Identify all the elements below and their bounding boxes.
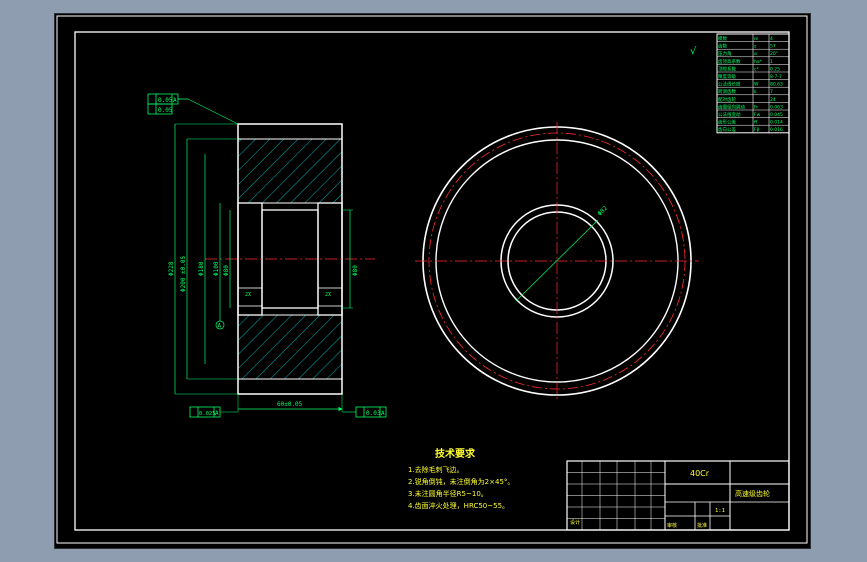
param-cell: 80.63 (770, 82, 783, 88)
param-cell: α (754, 52, 757, 57)
svg-text:A: A (215, 410, 219, 417)
dim-hub-dia: Φ100 (213, 261, 220, 276)
tolerance-frame-3: 0.025 A (189, 406, 221, 418)
param-cell: 配对齿轮 (718, 96, 736, 103)
tech-item-4: 4.齿面淬火处理，HRC50~55。 (408, 501, 509, 510)
param-cell: 0.063 (770, 104, 783, 110)
svg-text:A: A (173, 97, 177, 104)
tech-requirements: 技术要求 1.去除毛刺飞边。 2.锐角倒钝，未注倒角为2×45°。 3.未注圆角… (408, 447, 514, 510)
param-cell: 齿向公差 (718, 126, 736, 133)
svg-text:0.05: 0.05 (158, 97, 173, 104)
param-cell: 0.045 (770, 112, 783, 118)
outer-frame (56, 15, 808, 544)
chamfer-right: 2X (325, 292, 331, 298)
param-cell: k (754, 89, 757, 95)
param-cell: ff (754, 120, 758, 126)
param-cell: 0.25 (770, 66, 780, 72)
front-dim-label: Φ82 (596, 205, 609, 218)
param-cell: 57 (770, 44, 776, 50)
param-cell: Fw (754, 112, 761, 118)
param-cell: 7 (770, 89, 773, 95)
roughness-symbol: √ (690, 46, 697, 57)
tech-item-2: 2.锐角倒钝，未注倒角为2×45°。 (408, 477, 514, 486)
tech-item-1: 1.去除毛刺飞边。 (408, 465, 464, 474)
side-view: 0.05 A 0.05 2X 2X Φ228 Φ200 ±0.05 Φ180 Φ… (147, 93, 387, 418)
dim-tip-dia: Φ200 ±0.05 (180, 255, 187, 292)
chamfer-left: 2X (245, 292, 251, 298)
param-cell: z (754, 45, 757, 50)
section-hatch-bottom (237, 314, 343, 380)
param-cell: 0.014 (770, 120, 783, 126)
param-cell: 8-7-7 (770, 74, 782, 80)
param-cell: 1 (770, 59, 773, 65)
param-cell: 公法线变动 (718, 111, 741, 118)
title-approver: 批准 (697, 522, 707, 529)
param-cell: Fβ (754, 127, 760, 133)
param-cell: 跨测齿数 (718, 88, 736, 95)
dim-bore-left: Φ80 (223, 265, 230, 276)
title-drawing-name: 高速级齿轮 (735, 489, 770, 498)
svg-text:0.03: 0.03 (366, 410, 381, 417)
tolerance-frame-4: 0.03 A (355, 406, 387, 418)
param-cell: 公法线长度 (718, 81, 741, 88)
section-hatch-top (237, 138, 343, 204)
param-cell: 20° (770, 51, 778, 57)
param-cell: Fr (754, 104, 758, 110)
svg-text:0.05: 0.05 (158, 107, 173, 114)
drawing-sheet: √ 0.05 A 0.05 2X 2X Φ228 Φ200 ±0.05 Φ180… (56, 15, 808, 544)
cad-viewport[interactable]: √ 0.05 A 0.05 2X 2X Φ228 Φ200 ±0.05 Φ180… (55, 14, 810, 548)
param-cell: c* (754, 66, 759, 72)
title-designer: 设计 (570, 519, 580, 526)
svg-text:0.025: 0.025 (199, 411, 216, 417)
param-cell: 4 (770, 36, 773, 42)
svg-text:A: A (218, 323, 222, 330)
tech-item-3: 3.未注圆角半径R5~10。 (408, 489, 488, 498)
param-cell: 齿数 (718, 43, 727, 50)
title-material: 40Cr (690, 469, 710, 478)
dim-root-dia: Φ180 (198, 261, 205, 276)
front-view: Φ82 (415, 122, 699, 400)
svg-text:A: A (381, 410, 385, 417)
dim-bore-right: Φ80 (352, 265, 359, 276)
param-cell: 齿顶高系数 (718, 58, 741, 65)
param-cell: 齿形公差 (718, 119, 736, 126)
title-block: 40Cr 高速级齿轮 1:1 设计 审核 批准 (566, 460, 790, 531)
param-cell: 模数 (718, 35, 727, 42)
title-checker: 审核 (667, 522, 677, 529)
param-cell: 24 (770, 97, 776, 103)
param-cell: W (754, 82, 759, 88)
param-cell: 顶隙系数 (718, 65, 736, 72)
title-scale: 1:1 (715, 508, 725, 514)
dim-face-width: 60±0.05 (277, 401, 303, 408)
param-cell: ha* (754, 59, 763, 65)
tech-title: 技术要求 (435, 447, 476, 460)
param-cell: 0.016 (770, 127, 783, 133)
gear-param-table: 模数 m 4 齿数 z 57 压力角 α 20° 齿顶高系数 ha* 1 顶隙系数 c* 0.25 精度等级 8… (716, 33, 790, 134)
dim-outer-dia: Φ228 (168, 261, 175, 276)
param-cell: 压力角 (718, 50, 732, 57)
param-cell: 精度等级 (718, 73, 736, 80)
tolerance-frame-2: 0.05 (147, 103, 173, 115)
param-cell: 齿圈径向跳动 (718, 103, 745, 110)
tolerance-frame-1: 0.05 A (147, 93, 179, 105)
param-cell: m (754, 37, 758, 42)
